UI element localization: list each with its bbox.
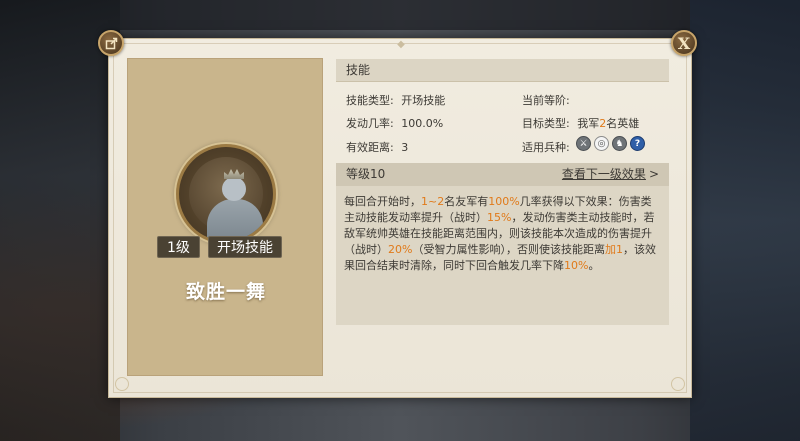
skill-section-header: 技能	[336, 59, 669, 82]
close-button[interactable]: X	[671, 30, 697, 56]
troops-label: 适用兵种:	[522, 141, 570, 154]
dancer-statue-head	[222, 177, 246, 201]
skill-level-badge: 1级	[157, 236, 200, 258]
sword-icon[interactable]: ⚔	[576, 136, 591, 151]
trigger-rate-label: 发动几率:	[346, 117, 394, 130]
share-icon	[105, 37, 117, 49]
chevron-right-icon: >	[648, 167, 659, 181]
trigger-rate-value: 100.0%	[401, 117, 444, 130]
background-left-panel	[0, 0, 120, 441]
corner-ornament-right	[671, 377, 685, 391]
skill-type-row: 技能类型: 开场技能	[346, 92, 445, 108]
target-type-label: 目标类型:	[522, 117, 570, 130]
portrait-background	[189, 157, 263, 241]
next-level-effect-label: 查看下一级效果	[561, 167, 646, 181]
current-level-row: 当前等阶:	[522, 92, 570, 108]
skill-name: 致胜一舞	[185, 281, 266, 303]
skill-type-badge: 开场技能	[208, 236, 282, 258]
skill-description: 每回合开始时，1~2名友军有100%几率获得以下效果：伤害类主动技能发动率提升（…	[344, 195, 656, 272]
horse-icon[interactable]: ♞	[612, 136, 627, 151]
shield-icon[interactable]: ◎	[594, 136, 609, 151]
range-label: 有效距离:	[346, 141, 394, 154]
close-icon: X	[677, 33, 691, 53]
skill-type-label: 技能类型:	[346, 94, 394, 107]
trigger-rate-row: 发动几率: 100.0%	[346, 115, 443, 131]
target-type-value-pre: 我军	[577, 117, 600, 130]
current-level-label: 当前等阶:	[522, 94, 570, 107]
share-button[interactable]	[98, 30, 124, 56]
next-level-effect-link[interactable]: 查看下一级效果 >	[562, 163, 659, 186]
target-type-row: 目标类型: 我军2名英雄	[522, 115, 639, 131]
skill-card: 1级 开场技能 致胜一舞	[127, 58, 323, 376]
background-right-panel	[690, 0, 800, 441]
range-value: 3	[401, 141, 409, 154]
target-type-value-post: 名英雄	[606, 117, 640, 130]
level-title: 等级10	[346, 167, 386, 181]
troops-row: 适用兵种:	[522, 139, 570, 155]
background-top-bar	[120, 0, 690, 30]
skill-portrait	[176, 144, 276, 244]
skill-type-value: 开场技能	[401, 94, 446, 107]
top-ornament: ◆	[397, 39, 405, 50]
troop-icons: ⚔ ◎ ♞ ?	[576, 136, 645, 151]
level-effect-section: 等级10 查看下一级效果 > 每回合开始时，1~2名友军有100%几率获得以下效果…	[336, 163, 669, 325]
question-icon[interactable]: ?	[630, 136, 645, 151]
crown-icon	[224, 169, 244, 179]
corner-ornament-left	[115, 377, 129, 391]
range-row: 有效距离: 3	[346, 139, 408, 155]
